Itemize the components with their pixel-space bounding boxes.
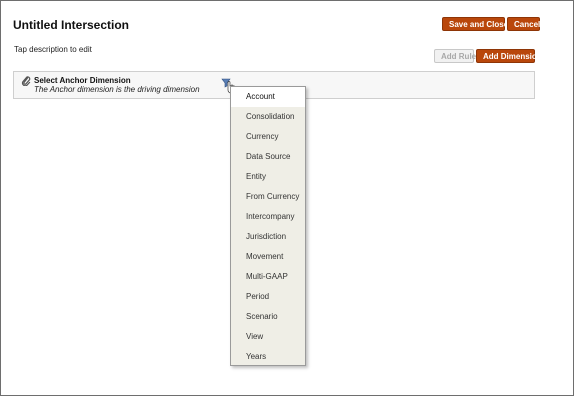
- menu-item-jurisdiction[interactable]: Jurisdiction: [231, 227, 305, 247]
- add-rule-button[interactable]: Add Rule: [434, 49, 476, 63]
- window-frame: Untitled Intersection Tap description to…: [0, 0, 574, 396]
- menu-item-period[interactable]: Period: [231, 287, 305, 307]
- anchor-subtitle: The Anchor dimension is the driving dime…: [34, 85, 200, 94]
- menu-item-data-source[interactable]: Data Source: [231, 147, 305, 167]
- anchor-title: Select Anchor Dimension: [34, 76, 131, 85]
- save-and-close-button[interactable]: Save and Close: [442, 17, 508, 31]
- dimension-dropdown-menu: Account Consolidation Currency Data Sour…: [230, 86, 306, 366]
- menu-item-entity[interactable]: Entity: [231, 167, 305, 187]
- menu-item-multi-gaap[interactable]: Multi-GAAP: [231, 267, 305, 287]
- menu-item-consolidation[interactable]: Consolidation: [231, 107, 305, 127]
- menu-item-scenario[interactable]: Scenario: [231, 307, 305, 327]
- menu-item-movement[interactable]: Movement: [231, 247, 305, 267]
- menu-item-years[interactable]: Years: [231, 347, 305, 367]
- menu-item-from-currency[interactable]: From Currency: [231, 187, 305, 207]
- menu-item-account[interactable]: Account: [231, 87, 305, 107]
- menu-item-intercompany[interactable]: Intercompany: [231, 207, 305, 227]
- add-dimension-button[interactable]: Add Dimension: [476, 49, 542, 63]
- page-title: Untitled Intersection: [13, 18, 130, 32]
- paperclip-icon: [21, 76, 31, 86]
- cancel-button[interactable]: Cancel: [507, 17, 540, 31]
- menu-item-view[interactable]: View: [231, 327, 305, 347]
- description-text[interactable]: Tap description to edit: [14, 45, 92, 54]
- menu-item-currency[interactable]: Currency: [231, 127, 305, 147]
